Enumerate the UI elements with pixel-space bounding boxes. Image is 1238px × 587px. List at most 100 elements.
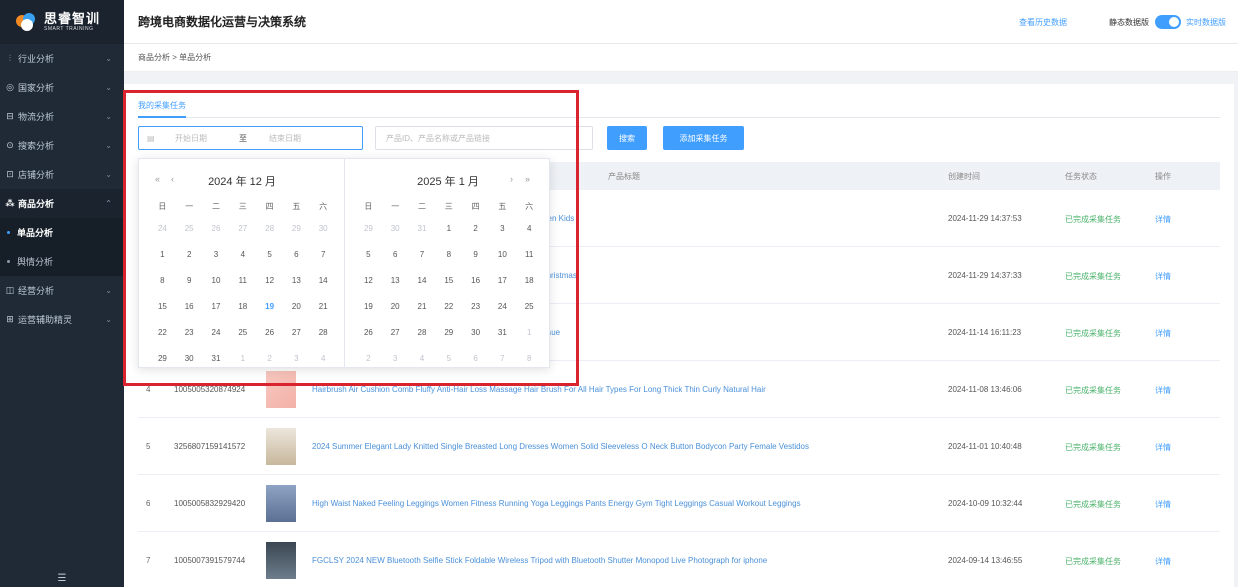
calendar-day[interactable]: 17 xyxy=(203,302,230,311)
start-date-input[interactable]: 开始日期 xyxy=(175,133,235,144)
calendar-day[interactable]: 26 xyxy=(256,328,283,337)
detail-link[interactable]: 详情 xyxy=(1155,442,1171,453)
calendar-day[interactable]: 26 xyxy=(203,224,230,233)
calendar-day[interactable]: 25 xyxy=(176,224,203,233)
calendar-day[interactable]: 6 xyxy=(462,354,489,363)
calendar-day[interactable]: 2 xyxy=(355,354,382,363)
calendar-day[interactable]: 30 xyxy=(310,224,337,233)
calendar-day[interactable]: 8 xyxy=(149,276,176,285)
calendar-day[interactable]: 31 xyxy=(409,224,436,233)
detail-link[interactable]: 详情 xyxy=(1155,499,1171,510)
sidebar-item-2[interactable]: ⊟ 物流分析 ⌄ xyxy=(0,102,124,131)
calendar-day[interactable]: 7 xyxy=(310,250,337,259)
sidebar-item-4[interactable]: ⊡ 店铺分析 ⌄ xyxy=(0,160,124,189)
search-button[interactable]: 搜索 xyxy=(607,126,647,150)
calendar-day[interactable]: 11 xyxy=(229,276,256,285)
calendar-day[interactable]: 2 xyxy=(256,354,283,363)
calendar-day[interactable]: 3 xyxy=(382,354,409,363)
calendar-day[interactable]: 30 xyxy=(176,354,203,363)
calendar-day[interactable]: 7 xyxy=(409,250,436,259)
sidebar-item-5[interactable]: ⁂ 商品分析 ⌃ xyxy=(0,189,124,218)
calendar-day[interactable]: 14 xyxy=(409,276,436,285)
sidebar-item-7[interactable]: ⊞ 运营辅助精灵 ⌄ xyxy=(0,305,124,334)
calendar-day[interactable]: 22 xyxy=(149,328,176,337)
next-year-button[interactable]: » xyxy=(525,174,530,184)
calendar-day[interactable]: 19 xyxy=(256,302,283,311)
calendar-day[interactable]: 10 xyxy=(489,250,516,259)
calendar-day[interactable]: 23 xyxy=(176,328,203,337)
calendar-day[interactable]: 15 xyxy=(435,276,462,285)
calendar-day[interactable]: 4 xyxy=(409,354,436,363)
prev-year-button[interactable]: « xyxy=(155,174,160,184)
calendar-day[interactable]: 14 xyxy=(310,276,337,285)
data-mode-toggle[interactable] xyxy=(1155,15,1181,29)
product-title-link[interactable]: FGCLSY 2024 NEW Bluetooth Selfie Stick F… xyxy=(312,556,767,565)
calendar-day[interactable]: 28 xyxy=(409,328,436,337)
calendar-day[interactable]: 2 xyxy=(462,224,489,233)
calendar-day[interactable]: 10 xyxy=(203,276,230,285)
calendar-day[interactable]: 29 xyxy=(435,328,462,337)
calendar-day[interactable]: 23 xyxy=(462,302,489,311)
detail-link[interactable]: 详情 xyxy=(1155,385,1171,396)
calendar-day[interactable]: 20 xyxy=(382,302,409,311)
product-title-link[interactable]: 2024 Summer Elegant Lady Knitted Single … xyxy=(312,442,809,451)
prev-month-button[interactable]: ‹ xyxy=(171,174,174,184)
add-task-button[interactable]: 添加采集任务 xyxy=(663,126,744,150)
calendar-day[interactable]: 5 xyxy=(435,354,462,363)
calendar-day[interactable]: 4 xyxy=(310,354,337,363)
calendar-day[interactable]: 24 xyxy=(203,328,230,337)
calendar-day[interactable]: 18 xyxy=(229,302,256,311)
calendar-day[interactable]: 29 xyxy=(149,354,176,363)
calendar-day[interactable]: 28 xyxy=(310,328,337,337)
calendar-day[interactable]: 4 xyxy=(516,224,543,233)
collapse-menu-icon[interactable]: ☰ xyxy=(0,569,124,587)
calendar-day[interactable]: 3 xyxy=(203,250,230,259)
calendar-day[interactable]: 27 xyxy=(283,328,310,337)
calendar-day[interactable]: 21 xyxy=(310,302,337,311)
calendar-day[interactable]: 1 xyxy=(516,328,543,337)
calendar-day[interactable]: 1 xyxy=(435,224,462,233)
calendar-day[interactable]: 11 xyxy=(516,250,543,259)
calendar-day[interactable]: 31 xyxy=(203,354,230,363)
detail-link[interactable]: 详情 xyxy=(1155,271,1171,282)
product-title-link[interactable]: High Waist Naked Feeling Leggings Women … xyxy=(312,499,801,508)
sidebar-subitem-0[interactable]: 单品分析 xyxy=(0,218,124,247)
calendar-day[interactable]: 18 xyxy=(516,276,543,285)
calendar-day[interactable]: 13 xyxy=(382,276,409,285)
calendar-day[interactable]: 29 xyxy=(283,224,310,233)
calendar-day[interactable]: 25 xyxy=(229,328,256,337)
calendar-day[interactable]: 28 xyxy=(256,224,283,233)
detail-link[interactable]: 详情 xyxy=(1155,214,1171,225)
calendar-day[interactable]: 2 xyxy=(176,250,203,259)
calendar-day[interactable]: 8 xyxy=(435,250,462,259)
calendar-day[interactable]: 26 xyxy=(355,328,382,337)
calendar-day[interactable]: 29 xyxy=(355,224,382,233)
sidebar-item-0[interactable]: ⫶ 行业分析 ⌄ xyxy=(0,44,124,73)
history-data-link[interactable]: 查看历史数据 xyxy=(1019,17,1067,28)
calendar-day[interactable]: 21 xyxy=(409,302,436,311)
calendar-day[interactable]: 27 xyxy=(382,328,409,337)
end-date-input[interactable]: 结束日期 xyxy=(269,133,329,144)
tab-my-tasks[interactable]: 我的采集任务 xyxy=(138,100,186,118)
calendar-day[interactable]: 20 xyxy=(283,302,310,311)
detail-link[interactable]: 详情 xyxy=(1155,556,1171,567)
calendar-day[interactable]: 13 xyxy=(283,276,310,285)
calendar-day[interactable]: 7 xyxy=(489,354,516,363)
calendar-day[interactable]: 1 xyxy=(149,250,176,259)
calendar-day[interactable]: 16 xyxy=(176,302,203,311)
calendar-day[interactable]: 4 xyxy=(229,250,256,259)
calendar-day[interactable]: 6 xyxy=(382,250,409,259)
calendar-day[interactable]: 6 xyxy=(283,250,310,259)
calendar-day[interactable]: 30 xyxy=(462,328,489,337)
calendar-day[interactable]: 24 xyxy=(149,224,176,233)
calendar-day[interactable]: 3 xyxy=(489,224,516,233)
calendar-day[interactable]: 3 xyxy=(283,354,310,363)
detail-link[interactable]: 详情 xyxy=(1155,328,1171,339)
calendar-day[interactable]: 5 xyxy=(355,250,382,259)
calendar-day[interactable]: 17 xyxy=(489,276,516,285)
calendar-day[interactable]: 9 xyxy=(176,276,203,285)
sidebar-item-6[interactable]: ◫ 经营分析 ⌄ xyxy=(0,276,124,305)
sidebar-item-3[interactable]: ⊙ 搜索分析 ⌄ xyxy=(0,131,124,160)
product-search-input[interactable]: 产品ID、产品名称或产品链接 xyxy=(375,126,593,150)
calendar-day[interactable]: 16 xyxy=(462,276,489,285)
